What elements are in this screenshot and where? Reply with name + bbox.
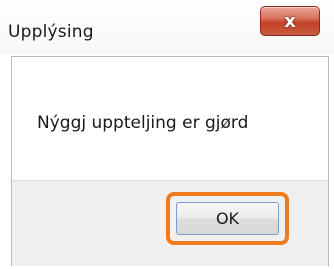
dialog-message: Nýggj uppteljing er gjørd — [37, 113, 249, 133]
dialog-title: Upplýsing — [8, 22, 94, 42]
message-dialog: Upplýsing x Nýggj uppteljing er gjørd OK — [0, 0, 334, 269]
title-bar: Upplýsing x — [0, 0, 334, 54]
close-button[interactable]: x — [260, 6, 320, 36]
button-bar: OK — [12, 180, 328, 266]
dialog-content: Nýggj uppteljing er gjørd OK — [11, 56, 329, 266]
close-icon: x — [284, 10, 296, 32]
ok-button-highlight: OK — [166, 192, 289, 245]
ok-button[interactable]: OK — [176, 202, 279, 235]
